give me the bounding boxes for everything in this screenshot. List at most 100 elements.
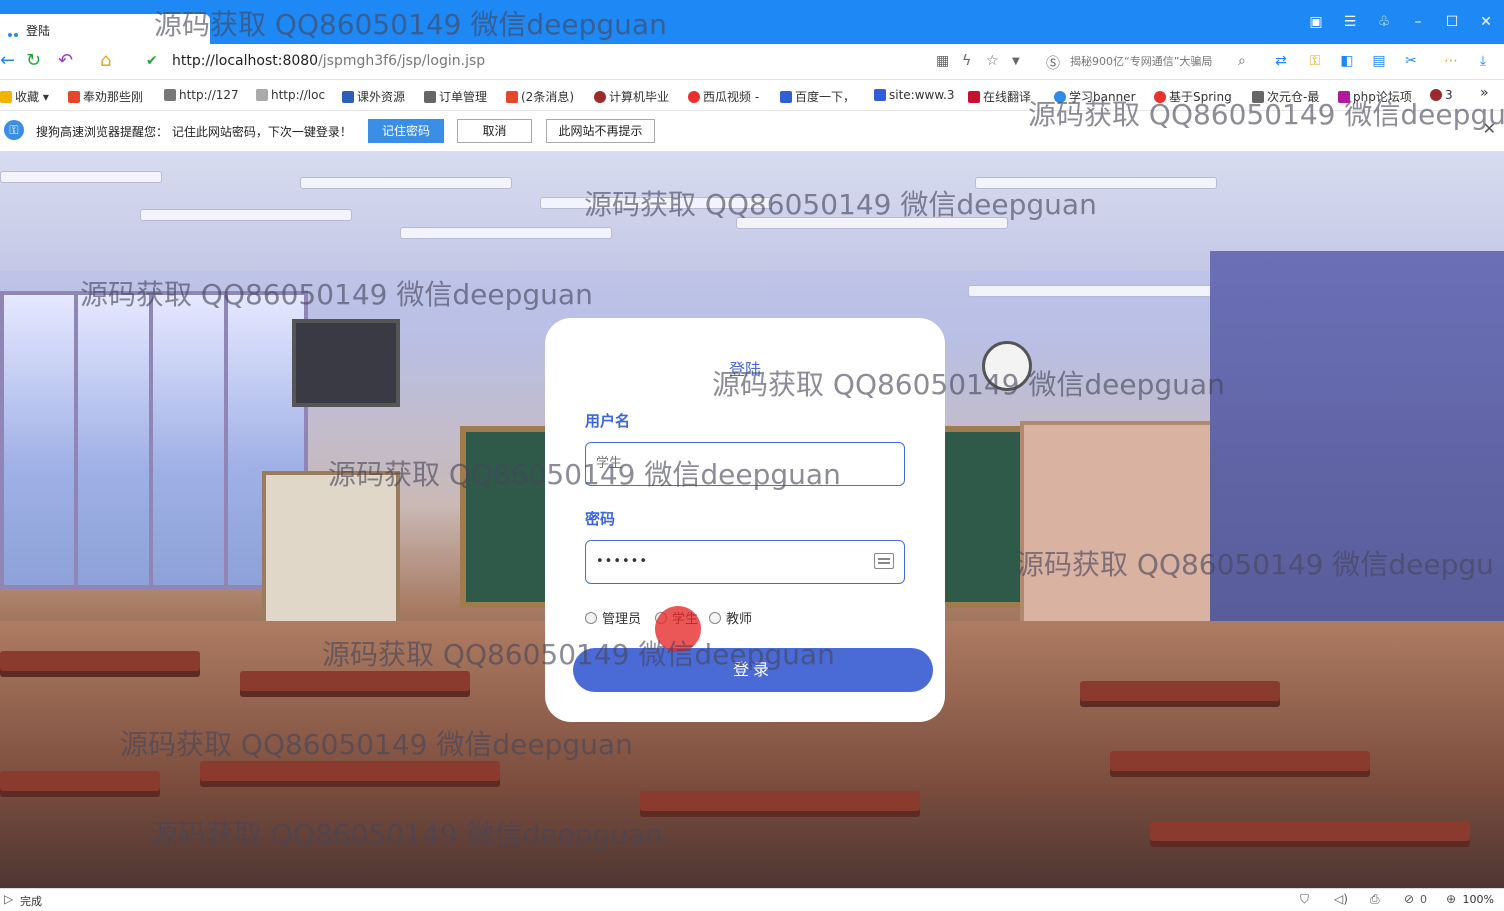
minimize-icon[interactable]: – bbox=[1406, 11, 1430, 33]
role-admin-radio[interactable]: 管理员 bbox=[585, 608, 641, 627]
bookmark-item[interactable]: 百度一下， bbox=[780, 88, 855, 105]
username-input[interactable] bbox=[586, 443, 866, 483]
bookmark-item[interactable]: 订单管理 bbox=[424, 88, 487, 105]
page-icon bbox=[1252, 91, 1264, 103]
site-icon bbox=[1430, 89, 1442, 101]
password-field[interactable] bbox=[585, 540, 905, 584]
site-icon bbox=[1054, 91, 1066, 103]
key-icon: ⚿ bbox=[4, 120, 24, 140]
home-icon[interactable]: ⌂ bbox=[100, 51, 111, 71]
refresh-icon[interactable]: ↻ bbox=[26, 51, 41, 71]
key-icon[interactable]: ⚿ bbox=[1306, 52, 1324, 70]
desk bbox=[1110, 751, 1370, 771]
ad-block-count: 0 bbox=[1420, 893, 1427, 906]
volume-icon[interactable]: ◁) bbox=[1334, 892, 1348, 906]
bookmarks-bar: 收藏 ▾ 奉劝那些刚 http://127 http://loc 课外资源 订单… bbox=[0, 80, 1504, 111]
never-prompt-button[interactable]: 此网站不再提示 bbox=[546, 119, 655, 143]
screenshot-icon[interactable]: ▤ bbox=[1370, 52, 1388, 70]
menu-icon[interactable]: ☰ bbox=[1338, 11, 1362, 33]
desk bbox=[200, 761, 500, 781]
bookmark-item[interactable]: 在线翻译 bbox=[968, 88, 1031, 105]
baidu-icon bbox=[780, 91, 792, 103]
chevron-down-icon[interactable]: ▼ bbox=[1012, 56, 1020, 67]
infobar-message: 搜狗高速浏览器提醒您： 记住此网站密码，下次一键登录！ bbox=[36, 125, 352, 139]
ceiling-light bbox=[540, 197, 772, 209]
maximize-icon[interactable]: ☐ bbox=[1440, 11, 1464, 33]
sidebar-toggle-icon[interactable]: ▣ bbox=[1304, 11, 1328, 33]
login-title: 登陆 bbox=[728, 360, 761, 379]
desk bbox=[640, 791, 920, 811]
zoom-icon[interactable]: ⊕ bbox=[1446, 892, 1456, 906]
zoom-level[interactable]: 100% bbox=[1463, 893, 1494, 906]
scissors-icon[interactable]: ✂ bbox=[1402, 52, 1420, 70]
php-icon bbox=[1338, 91, 1350, 103]
page-status-icon: ▷ bbox=[4, 892, 14, 906]
bookmark-item[interactable]: http://loc bbox=[256, 88, 325, 102]
tv-monitor bbox=[292, 319, 400, 407]
back-icon[interactable]: ← bbox=[0, 51, 15, 71]
bookmark-item[interactable]: 次元仓-最 bbox=[1252, 88, 1319, 105]
download-icon[interactable]: ⤓ bbox=[1474, 52, 1492, 70]
address-bar: ← ↻ ↶ ⌂ ✔ http://localhost:8080/jspmgh3f… bbox=[0, 44, 1504, 80]
remember-password-button[interactable]: 记住密码 bbox=[368, 119, 444, 143]
bookmark-item[interactable]: 课外资源 bbox=[342, 88, 405, 105]
lightning-icon[interactable]: ϟ bbox=[962, 53, 971, 69]
bookmark-item[interactable]: php论坛项 bbox=[1338, 88, 1412, 105]
bookmark-item[interactable]: 3 bbox=[1430, 88, 1453, 102]
qr-code-icon[interactable]: ▦ bbox=[936, 53, 949, 69]
desk bbox=[240, 671, 470, 691]
tab-favicon-icon bbox=[8, 26, 22, 37]
bookmark-item[interactable]: site:www.3 bbox=[874, 88, 955, 102]
globe-icon bbox=[256, 89, 268, 101]
bookmark-item[interactable]: http://127 bbox=[164, 88, 239, 102]
undo-icon[interactable]: ↶ bbox=[58, 51, 73, 71]
ceiling-light bbox=[140, 209, 352, 221]
status-bar: ▷ 完成 ⛉ ◁) ⎙ ⊘ 0 ⊕ 100% bbox=[0, 888, 1504, 911]
page-icon bbox=[424, 91, 436, 103]
shield-icon[interactable]: ⛉ bbox=[1300, 892, 1309, 907]
translate-icon[interactable]: ⇄ bbox=[1272, 52, 1290, 70]
secure-shield-icon: ✔ bbox=[146, 53, 158, 69]
username-field[interactable] bbox=[585, 442, 905, 486]
ceiling-light bbox=[300, 177, 512, 189]
bookmark-item[interactable]: (2条消息) bbox=[506, 88, 574, 105]
keyboard-icon[interactable] bbox=[874, 553, 894, 569]
login-button[interactable]: 登录 bbox=[573, 648, 933, 692]
google-icon bbox=[1154, 91, 1166, 103]
click-indicator bbox=[655, 606, 701, 652]
search-input[interactable]: 揭秘900亿“专网通信”大骗局 bbox=[1070, 51, 1280, 73]
login-card: 登陆 用户名 密码 管理员 学生 教师 登录 bbox=[545, 318, 945, 722]
password-input[interactable] bbox=[586, 541, 866, 581]
search-icon[interactable]: ⌕ bbox=[1238, 53, 1246, 69]
radio-circle[interactable] bbox=[585, 612, 597, 624]
ceiling-light bbox=[0, 171, 162, 183]
bookmark-item[interactable]: 奉劝那些刚 bbox=[68, 88, 143, 105]
star-icon bbox=[0, 91, 12, 103]
search-engine-icon[interactable]: Ⓢ bbox=[1046, 53, 1060, 73]
cancel-button[interactable]: 取消 bbox=[457, 119, 532, 143]
ad-block-icon[interactable]: ⊘ bbox=[1404, 892, 1414, 906]
extension-icon[interactable]: ◧ bbox=[1338, 52, 1356, 70]
tab-title: 登陆 bbox=[26, 24, 51, 38]
bookmark-item[interactable]: 基于Spring bbox=[1154, 88, 1232, 105]
bookmark-item[interactable]: 计算机毕业 bbox=[594, 88, 669, 105]
more-bookmarks-icon[interactable]: » bbox=[1480, 85, 1489, 101]
url-host: http://localhost:8080 bbox=[172, 53, 319, 69]
more-icon[interactable]: ⋯ bbox=[1442, 52, 1460, 70]
radio-circle[interactable] bbox=[709, 612, 721, 624]
username-label: 用户名 bbox=[585, 412, 631, 430]
role-teacher-radio[interactable]: 教师 bbox=[709, 608, 752, 627]
close-window-icon[interactable]: ✕ bbox=[1474, 11, 1498, 33]
browser-tab[interactable]: 登陆 bbox=[0, 14, 210, 44]
skin-icon[interactable]: ♧ bbox=[1372, 11, 1396, 33]
bookmark-item[interactable]: 西瓜视频 - bbox=[688, 88, 759, 105]
bookmark-favorites[interactable]: 收藏 ▾ bbox=[0, 88, 49, 105]
bookmark-item[interactable]: 学习banner bbox=[1054, 88, 1136, 105]
url-field[interactable]: http://localhost:8080/jspmgh3f6/jsp/logi… bbox=[172, 53, 485, 69]
ceiling-light bbox=[975, 177, 1217, 189]
csdn-icon bbox=[68, 91, 80, 103]
print-icon[interactable]: ⎙ bbox=[1370, 892, 1380, 907]
close-icon[interactable]: ✕ bbox=[1483, 119, 1496, 138]
page-icon bbox=[164, 89, 176, 101]
star-icon[interactable]: ☆ bbox=[986, 53, 999, 69]
